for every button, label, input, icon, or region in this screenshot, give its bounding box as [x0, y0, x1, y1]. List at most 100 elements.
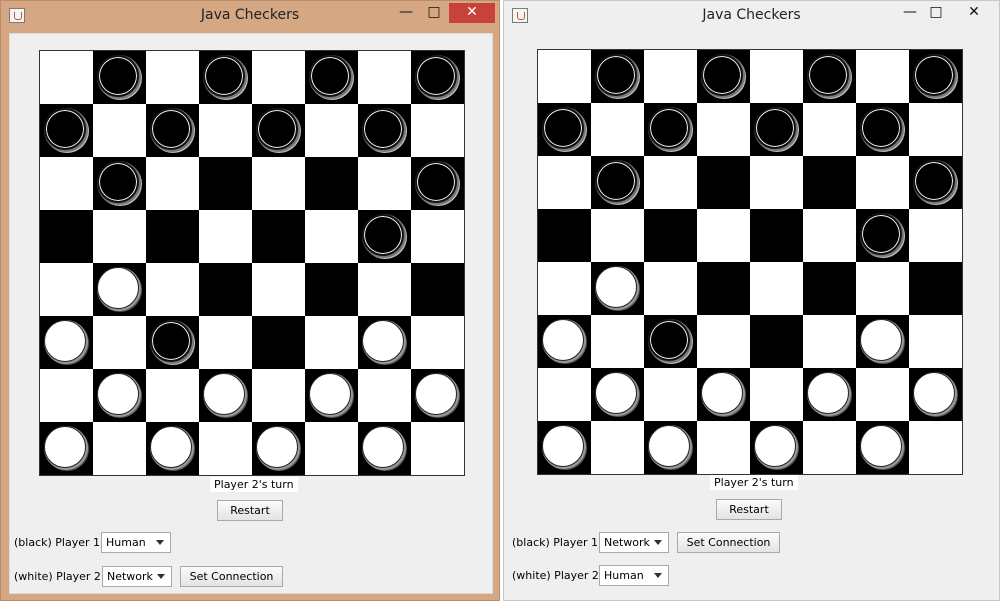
board-square[interactable] [591, 50, 644, 103]
board-square[interactable] [93, 104, 146, 157]
black-checker-piece[interactable] [97, 55, 139, 97]
board-square[interactable] [146, 104, 199, 157]
board-square[interactable] [93, 316, 146, 369]
board-square[interactable] [538, 156, 591, 209]
board-square[interactable] [252, 422, 305, 475]
board-square[interactable] [697, 315, 750, 368]
maximize-button[interactable]: □ [421, 3, 447, 23]
board-square[interactable] [750, 368, 803, 421]
player2-select[interactable]: Human [599, 565, 669, 586]
board-square[interactable] [93, 263, 146, 316]
board-square[interactable] [252, 157, 305, 210]
black-checker-piece[interactable] [542, 107, 584, 149]
board-square[interactable] [538, 315, 591, 368]
board-square[interactable] [305, 51, 358, 104]
board-square[interactable] [750, 262, 803, 315]
board-square[interactable] [199, 210, 252, 263]
black-checker-piece[interactable] [807, 54, 849, 96]
board-square[interactable] [644, 156, 697, 209]
board-square[interactable] [93, 157, 146, 210]
board-square[interactable] [803, 50, 856, 103]
board-square[interactable] [252, 51, 305, 104]
white-checker-piece[interactable] [807, 372, 849, 414]
white-checker-piece[interactable] [44, 320, 86, 362]
board-square[interactable] [909, 368, 962, 421]
board-square[interactable] [644, 315, 697, 368]
board-square[interactable] [697, 156, 750, 209]
board-square[interactable] [305, 157, 358, 210]
board-square[interactable] [591, 156, 644, 209]
white-checker-piece[interactable] [203, 373, 245, 415]
black-checker-piece[interactable] [913, 160, 955, 202]
white-checker-piece[interactable] [97, 267, 139, 309]
board-square[interactable] [199, 422, 252, 475]
board-square[interactable] [411, 316, 464, 369]
checkers-board[interactable] [537, 49, 963, 475]
black-checker-piece[interactable] [309, 55, 351, 97]
board-square[interactable] [40, 316, 93, 369]
board-square[interactable] [856, 156, 909, 209]
board-square[interactable] [803, 262, 856, 315]
board-square[interactable] [591, 368, 644, 421]
board-square[interactable] [40, 422, 93, 475]
board-square[interactable] [909, 209, 962, 262]
board-square[interactable] [538, 421, 591, 474]
board-square[interactable] [591, 315, 644, 368]
board-square[interactable] [803, 103, 856, 156]
board-square[interactable] [538, 209, 591, 262]
board-square[interactable] [538, 368, 591, 421]
board-square[interactable] [358, 210, 411, 263]
set-connection-button[interactable]: Set Connection [180, 566, 283, 587]
board-square[interactable] [146, 157, 199, 210]
board-square[interactable] [40, 210, 93, 263]
white-checker-piece[interactable] [362, 320, 404, 362]
title-bar[interactable]: Java Checkers — □ ✕ [1, 1, 499, 31]
board-square[interactable] [252, 369, 305, 422]
board-square[interactable] [750, 156, 803, 209]
board-square[interactable] [358, 369, 411, 422]
board-square[interactable] [644, 50, 697, 103]
board-square[interactable] [358, 51, 411, 104]
board-square[interactable] [411, 263, 464, 316]
black-checker-piece[interactable] [913, 54, 955, 96]
board-square[interactable] [856, 315, 909, 368]
board-square[interactable] [358, 422, 411, 475]
board-square[interactable] [411, 210, 464, 263]
board-square[interactable] [909, 262, 962, 315]
board-square[interactable] [146, 316, 199, 369]
black-checker-piece[interactable] [97, 161, 139, 203]
board-square[interactable] [358, 104, 411, 157]
board-square[interactable] [697, 50, 750, 103]
black-checker-piece[interactable] [150, 108, 192, 150]
board-square[interactable] [697, 262, 750, 315]
board-square[interactable] [93, 369, 146, 422]
board-square[interactable] [411, 104, 464, 157]
board-square[interactable] [856, 262, 909, 315]
board-square[interactable] [358, 263, 411, 316]
board-square[interactable] [697, 103, 750, 156]
board-square[interactable] [856, 103, 909, 156]
board-square[interactable] [199, 157, 252, 210]
player2-select[interactable]: Network [102, 566, 172, 587]
restart-button[interactable]: Restart [716, 499, 782, 520]
black-checker-piece[interactable] [701, 54, 743, 96]
board-square[interactable] [644, 421, 697, 474]
board-square[interactable] [591, 262, 644, 315]
minimize-button[interactable]: — [897, 3, 923, 23]
board-square[interactable] [93, 51, 146, 104]
white-checker-piece[interactable] [256, 426, 298, 468]
board-square[interactable] [909, 50, 962, 103]
black-checker-piece[interactable] [44, 108, 86, 150]
board-square[interactable] [803, 315, 856, 368]
board-square[interactable] [146, 210, 199, 263]
board-square[interactable] [644, 262, 697, 315]
board-square[interactable] [803, 209, 856, 262]
board-square[interactable] [199, 104, 252, 157]
board-square[interactable] [40, 369, 93, 422]
board-square[interactable] [199, 369, 252, 422]
board-square[interactable] [305, 369, 358, 422]
white-checker-piece[interactable] [44, 426, 86, 468]
board-square[interactable] [252, 263, 305, 316]
white-checker-piece[interactable] [754, 425, 796, 467]
white-checker-piece[interactable] [415, 373, 457, 415]
